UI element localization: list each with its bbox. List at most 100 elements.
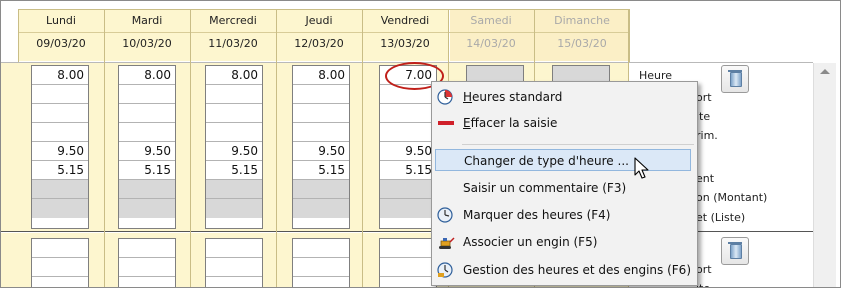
date-header: 14/03/20: [466, 37, 516, 50]
row-label: ort: [696, 91, 712, 104]
hours-cell[interactable]: [293, 277, 349, 287]
date-header: 12/03/20: [294, 37, 344, 50]
hours-cell[interactable]: 9.50: [380, 142, 436, 161]
hours-cell[interactable]: [206, 104, 262, 123]
date-header: 13/03/20: [380, 37, 430, 50]
hours-cell[interactable]: [119, 85, 175, 104]
hours-cell[interactable]: 9.50: [32, 142, 88, 161]
menu-item-saisir-commentaire[interactable]: Saisir un commentaire (F3): [432, 177, 697, 199]
row-label: ort: [696, 263, 712, 276]
context-menu: Heures standard Effacer la saisie Change…: [431, 81, 698, 286]
hours-cell-disabled: [206, 180, 262, 199]
hours-cell[interactable]: 5.15: [293, 161, 349, 180]
hours-cell[interactable]: 8.00: [119, 66, 175, 85]
row-label: ent: [696, 172, 715, 185]
hours-cell[interactable]: [119, 277, 175, 287]
timesheet-window: Lundi Mardi Mercredi Jeudi Vendredi Same…: [0, 0, 841, 288]
hours-cell-disabled: [380, 180, 436, 199]
hours-cell[interactable]: 9.50: [206, 142, 262, 161]
col-separator: [362, 9, 363, 287]
date-header: 10/03/20: [122, 37, 172, 50]
hours-cell[interactable]: [206, 277, 262, 287]
menu-item-gestion-heures-engins[interactable]: Gestion des heures et des engins (F6): [432, 259, 697, 281]
hours-cell[interactable]: [380, 239, 436, 258]
date-header: 11/03/20: [208, 37, 258, 50]
hours-cell[interactable]: 5.15: [206, 161, 262, 180]
clock-icon: [437, 207, 455, 223]
day-header-jeudi: Jeudi: [305, 14, 333, 27]
excavator-icon: [437, 234, 455, 250]
menu-item-changer-type-heure[interactable]: Changer de type d'heure ...: [435, 149, 691, 171]
hours-cell[interactable]: [380, 104, 436, 123]
menu-item-heures-standard[interactable]: Heures standard: [432, 86, 697, 108]
hours-cell[interactable]: [119, 258, 175, 277]
hours-cell[interactable]: [206, 85, 262, 104]
row-label: rim.: [696, 129, 718, 142]
hours-cell[interactable]: [380, 258, 436, 277]
menu-item-associer-engin[interactable]: Associer un engin (F5): [432, 231, 697, 253]
menu-item-effacer-saisie[interactable]: Effacer la saisie: [432, 112, 697, 134]
hours-cell[interactable]: [380, 123, 436, 142]
clock-standard-icon: [437, 89, 455, 105]
hours-column-lundi-2: [31, 238, 89, 287]
hours-cell[interactable]: 5.15: [32, 161, 88, 180]
menu-item-marquer-heures[interactable]: Marquer des heures (F4): [432, 204, 697, 226]
hours-cell[interactable]: [293, 85, 349, 104]
hours-cell-disabled: [293, 180, 349, 199]
hours-cell[interactable]: [293, 239, 349, 258]
delete-row-button[interactable]: [721, 65, 749, 93]
hours-cell[interactable]: [32, 258, 88, 277]
scroll-up-arrow-icon[interactable]: [820, 69, 830, 74]
hours-column-mercredi: 8.00 9.50 5.15: [205, 65, 263, 229]
menu-separator: [462, 144, 694, 145]
hours-cell-disabled: [293, 199, 349, 218]
hours-cell[interactable]: [206, 239, 262, 258]
hours-cell[interactable]: 8.00: [293, 66, 349, 85]
row-label: ite: [696, 282, 710, 287]
hours-cell-disabled: [32, 199, 88, 218]
hours-cell[interactable]: [293, 123, 349, 142]
delete-row-button[interactable]: [721, 237, 749, 265]
red-dash-icon: [437, 115, 455, 131]
day-header-lundi: Lundi: [46, 14, 76, 27]
hours-cell[interactable]: [380, 277, 436, 287]
hours-cell[interactable]: [119, 123, 175, 142]
mouse-cursor-icon: [634, 157, 650, 184]
hours-cell-disabled: [380, 199, 436, 218]
hours-column-mardi: 8.00 9.50 5.15: [118, 65, 176, 229]
hours-cell[interactable]: 9.50: [119, 142, 175, 161]
hours-column-mercredi-2: [205, 238, 263, 287]
day-header-vendredi: Vendredi: [380, 14, 430, 27]
hours-cell[interactable]: 9.50: [293, 142, 349, 161]
hours-column-vendredi-2: [379, 238, 437, 287]
row-label: ite: [696, 110, 711, 123]
hours-cell[interactable]: 8.00: [32, 66, 88, 85]
hours-column-lundi: 8.00 9.50 5.15: [31, 65, 89, 229]
hours-cell[interactable]: [206, 258, 262, 277]
hours-cell[interactable]: [293, 104, 349, 123]
hours-cell[interactable]: [293, 258, 349, 277]
hours-cell[interactable]: [32, 123, 88, 142]
hours-cell[interactable]: [32, 104, 88, 123]
clock-engine-icon: [437, 262, 455, 278]
vertical-scrollbar[interactable]: [813, 63, 836, 287]
hours-cell[interactable]: [32, 239, 88, 258]
hours-column-jeudi: 8.00 9.50 5.15: [292, 65, 350, 229]
hours-cell[interactable]: 8.00: [206, 66, 262, 85]
hours-cell[interactable]: [32, 277, 88, 287]
hours-cell-disabled: [119, 199, 175, 218]
hours-cell[interactable]: [119, 239, 175, 258]
hours-cell[interactable]: [206, 123, 262, 142]
hours-cell[interactable]: 5.15: [380, 161, 436, 180]
day-header-samedi: Samedi: [470, 14, 512, 27]
day-header-mardi: Mardi: [131, 14, 163, 27]
hours-cell[interactable]: 5.15: [119, 161, 175, 180]
hours-cell[interactable]: [32, 85, 88, 104]
row-label: on (Montant): [696, 191, 768, 204]
col-separator: [276, 9, 277, 287]
hours-cell-disabled: [119, 180, 175, 199]
hours-column-jeudi-2: [292, 238, 350, 287]
col-separator: [190, 9, 191, 287]
hours-cell[interactable]: [119, 104, 175, 123]
date-header: 15/03/20: [557, 37, 607, 50]
